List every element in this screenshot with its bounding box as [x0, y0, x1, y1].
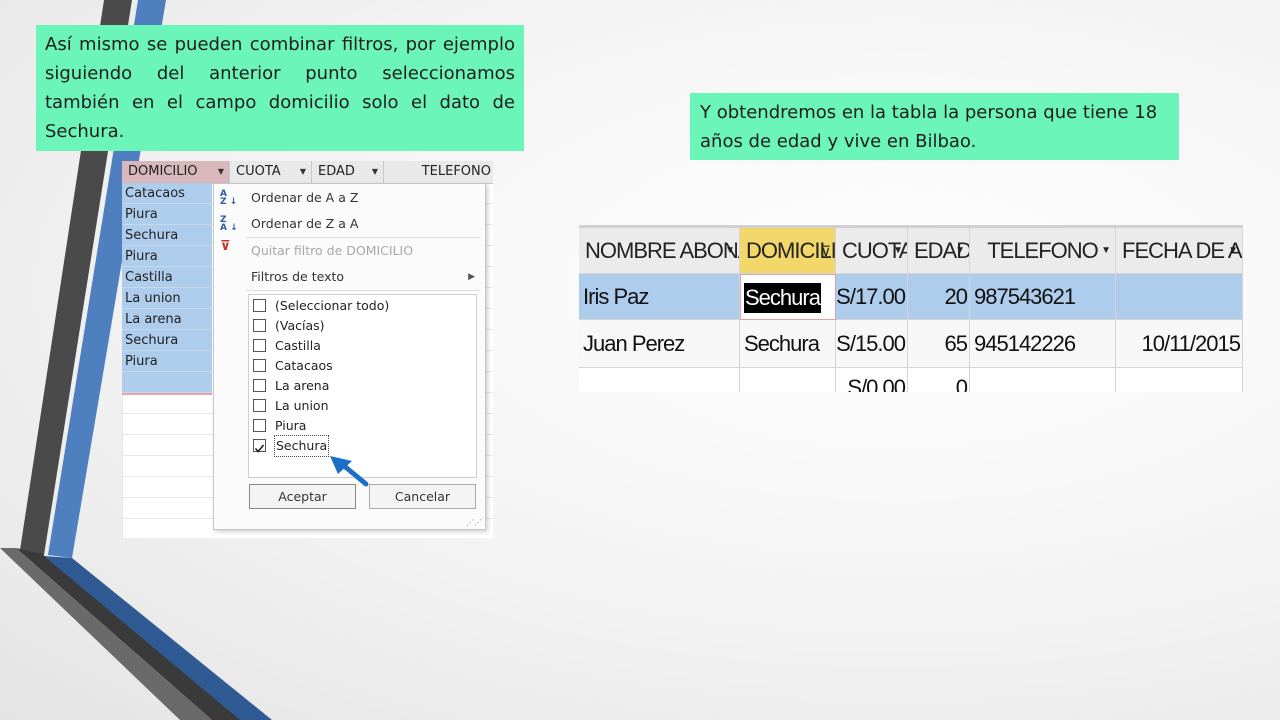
submenu-arrow-icon: ▶ [468, 272, 475, 282]
checkbox[interactable] [253, 359, 266, 372]
accept-button[interactable]: Aceptar [249, 484, 356, 509]
table-row[interactable]: Piura [122, 204, 212, 225]
dropdown-arrow-icon[interactable]: ▼ [725, 228, 735, 273]
checkbox[interactable] [253, 339, 266, 352]
dropdown-arrow-icon[interactable]: ▼ [893, 228, 903, 273]
cell-cuota[interactable]: S/17.00 [836, 274, 908, 320]
header-label: NOMBRE ABONADOS [585, 238, 739, 263]
header-fecha-alta[interactable]: FECHA DE ALTA▼ [1116, 228, 1243, 274]
cell-fecha[interactable] [1116, 368, 1243, 392]
option-label: Castilla [275, 338, 321, 353]
table-row[interactable]: Catacaos [122, 183, 212, 204]
header-edad[interactable]: EDAD ▼ [908, 228, 970, 274]
cancel-button[interactable]: Cancelar [369, 484, 476, 509]
cell-edad[interactable]: 0 [908, 368, 970, 392]
menu-item-label: Filtros de texto [251, 269, 345, 284]
clear-filter-icon: ⊽ [220, 239, 231, 254]
cell-edad[interactable]: 65 [908, 320, 970, 368]
filter-dropdown-menu: AZ ↓ Ordenar de A a Z ZA ↓ Ordenar de Z … [213, 183, 486, 530]
checkbox[interactable] [253, 399, 266, 412]
option-label: Sechura [273, 435, 330, 457]
selected-text: Sechura [744, 283, 821, 313]
menu-item-label: Quitar filtro de DOMICILIO [251, 243, 414, 258]
dropdown-arrow-icon[interactable]: ▼ [955, 228, 965, 273]
dropdown-arrow-icon[interactable]: ▼ [1101, 228, 1111, 273]
cell-cuota[interactable]: S/15.00 [836, 320, 908, 368]
cell-fecha[interactable] [1116, 274, 1243, 320]
table-row[interactable]: Sechura [122, 225, 212, 246]
cell-telefono[interactable]: 987543621 [970, 274, 1116, 320]
cell-nombre[interactable]: Juan Perez [579, 320, 740, 368]
table-row[interactable]: Sechura [122, 330, 212, 351]
cell-nombre[interactable] [579, 368, 740, 392]
header-telefono[interactable]: TELEFONO ▼ [970, 228, 1116, 274]
dropdown-arrow-icon[interactable]: ▼ [1228, 228, 1238, 273]
cell-fecha[interactable]: 10/11/2015 [1116, 320, 1243, 368]
filter-active-icon[interactable]: ⊽ [821, 228, 831, 273]
menu-item-label: Ordenar de A a Z [251, 190, 359, 205]
filter-values-list[interactable]: (Seleccionar todo) (Vacías) Castilla Cat… [248, 294, 477, 478]
menu-item-label: Ordenar de Z a A [251, 216, 359, 231]
dropdown-arrow-icon[interactable]: ▼ [372, 161, 378, 183]
result-table-screenshot: NOMBRE ABONADOS▼ DOMICILIO⊽ CUOTA▼ EDAD▼… [579, 225, 1243, 392]
header-cuota[interactable]: CUOTA ▼ [230, 161, 312, 183]
header-label: TELEFONO [987, 238, 1099, 263]
header-label: DOMICILIO [128, 164, 198, 179]
dropdown-arrow-icon[interactable]: ▼ [218, 161, 224, 183]
table-row[interactable]: Piura [122, 351, 212, 372]
header-domicilio[interactable]: DOMICILIO ▼ [122, 161, 230, 183]
checkbox[interactable] [253, 319, 266, 332]
sort-descending-item[interactable]: ZA ↓ Ordenar de Z a A [214, 212, 483, 236]
domicilio-column: Catacaos Piura Sechura Piura Castilla La… [122, 183, 212, 395]
table-row[interactable]: La union [122, 288, 212, 309]
option-label: Piura [275, 418, 307, 433]
header-nombre-abonados[interactable]: NOMBRE ABONADOS▼ [579, 228, 740, 274]
sort-az-icon: AZ ↓ [220, 189, 238, 207]
header-telefono[interactable]: TELEFONO [384, 161, 493, 183]
header-label: FECHA DE ALTA [1122, 238, 1242, 263]
instruction-note-left: Así mismo se pueden combinar filtros, po… [36, 25, 524, 151]
clear-filter-item[interactable]: ⊽ Quitar filtro de DOMICILIO [214, 239, 483, 263]
option-label: (Seleccionar todo) [275, 298, 390, 313]
header-label: EDAD [318, 164, 355, 179]
option-label: La arena [275, 378, 330, 393]
resize-grip-icon[interactable]: ⋰⋰ [466, 518, 482, 527]
dropdown-arrow-icon[interactable]: ▼ [300, 161, 306, 183]
cell-domicilio[interactable]: Sechura [740, 320, 836, 368]
checkbox[interactable] [253, 419, 266, 432]
cell-telefono[interactable]: 945142226 [970, 320, 1116, 368]
table-row[interactable]: Piura [122, 246, 212, 267]
option-label: (Vacías) [275, 318, 325, 333]
cell-nombre[interactable]: Iris Paz [579, 274, 740, 320]
checkmark-icon [254, 444, 265, 453]
cell-domicilio-active[interactable]: Sechura [740, 274, 836, 320]
result-note-right: Y obtendremos en la tabla la persona que… [690, 93, 1179, 160]
sort-ascending-item[interactable]: AZ ↓ Ordenar de A a Z [214, 186, 483, 210]
table-row[interactable]: Castilla [122, 267, 212, 288]
option-label: La union [275, 398, 329, 413]
cell-domicilio[interactable] [740, 368, 836, 392]
column-border [122, 393, 212, 395]
checkbox-checked[interactable] [253, 439, 266, 453]
header-cuota[interactable]: CUOTA ▼ [836, 228, 908, 274]
table-row-empty[interactable] [122, 372, 212, 393]
cell-telefono[interactable] [970, 368, 1116, 392]
header-label: CUOTA [236, 164, 281, 179]
header-domicilio[interactable]: DOMICILIO⊽ [740, 228, 836, 274]
option-label: Catacaos [275, 358, 333, 373]
filter-menu-screenshot: DOMICILIO ▼ CUOTA ▼ EDAD ▼ TELEFONO Catacao… [122, 161, 493, 538]
text-filters-item[interactable]: Filtros de texto ▶ [214, 265, 483, 289]
checkbox[interactable] [253, 299, 266, 312]
header-label: TELEFONO [421, 164, 491, 179]
sort-za-icon: ZA ↓ [220, 215, 238, 233]
left-table-header: DOMICILIO ▼ CUOTA ▼ EDAD ▼ TELEFONO [122, 161, 493, 184]
header-edad[interactable]: EDAD ▼ [312, 161, 384, 183]
menu-divider [246, 290, 481, 291]
menu-divider [246, 237, 481, 238]
table-row[interactable]: La arena [122, 309, 212, 330]
cell-edad[interactable]: 20 [908, 274, 970, 320]
checkbox[interactable] [253, 379, 266, 392]
cell-cuota[interactable]: S/0.00 [836, 368, 908, 392]
